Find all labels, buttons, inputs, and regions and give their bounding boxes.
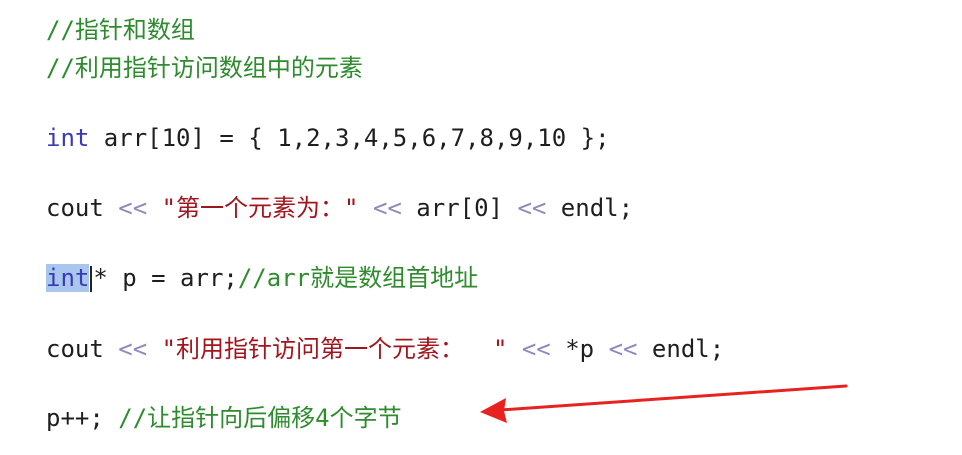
stream-operator: << xyxy=(517,194,547,222)
dereference-expr: *p xyxy=(550,335,609,363)
stream-operator: << xyxy=(608,335,638,363)
code-line-comment-2: //利用指针访问数组中的元素 xyxy=(46,54,363,82)
cout-token: cout xyxy=(46,194,119,222)
inline-comment: //arr就是数组首地址 xyxy=(237,264,479,292)
keyword-int: int xyxy=(46,124,90,152)
stream-operator: << xyxy=(118,194,148,222)
code-line-pointer-increment: p++; //让指针向后偏移4个字节 xyxy=(46,402,402,434)
code-line-comment-1: //指针和数组 xyxy=(46,16,195,44)
cout-token: cout xyxy=(46,335,119,363)
code-line-pointer-decl: int * p = arr;//arr就是数组首地址 xyxy=(46,262,478,294)
stream-operator: << xyxy=(372,194,402,222)
endl-token: endl; xyxy=(637,335,725,363)
stream-operator: << xyxy=(118,335,148,363)
string-literal: "第一个元素为：" xyxy=(147,194,373,222)
code-editor[interactable]: //指针和数组 //利用指针访问数组中的元素 int arr[10] = { 1… xyxy=(0,0,962,455)
string-literal: "利用指针访问第一个元素： " xyxy=(147,335,522,363)
stream-operator: << xyxy=(521,335,551,363)
endl-token: endl; xyxy=(546,194,634,222)
code-line-array-decl: int arr[10] = { 1,2,3,4,5,6,7,8,9,10 }; xyxy=(46,122,610,154)
selected-keyword-int[interactable]: int xyxy=(46,264,90,292)
code-line-cout-first: cout << "第一个元素为：" << arr[0] << endl; xyxy=(46,192,633,224)
array-access: arr[0] xyxy=(401,194,518,222)
increment-text: p++; xyxy=(46,404,119,432)
pointer-decl-text: * p = arr; xyxy=(93,264,238,292)
array-decl-text: arr[10] = { 1,2,3,4,5,6,7,8,9,10 }; xyxy=(89,124,610,152)
code-line-cout-pointer: cout << "利用指针访问第一个元素： " << *p << endl; xyxy=(46,333,724,365)
arrow-shaft xyxy=(498,384,848,412)
inline-comment: //让指针向后偏移4个字节 xyxy=(118,404,402,432)
arrow-head xyxy=(480,398,507,423)
